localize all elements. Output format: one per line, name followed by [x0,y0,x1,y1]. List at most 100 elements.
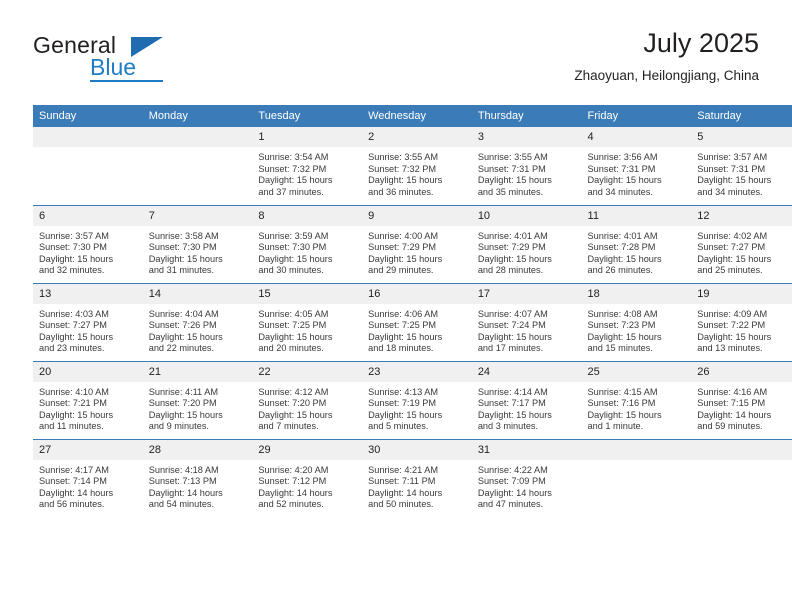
sunset-text: Sunset: 7:17 PM [477,398,546,409]
page-title: July 2025 [643,28,759,58]
calendar-day-cell[interactable]: 18 Sunrise: 4:08 AM Sunset: 7:23 PM Dayligh… [581,282,692,361]
day-number: 11 [581,205,692,226]
calendar-day-cell[interactable]: 22 Sunrise: 4:12 AM Sunset: 7:20 PM Dayligh… [252,360,363,439]
daylight-text-line2: and 18 minutes. [368,343,434,354]
calendar-day-cell[interactable]: 23 Sunrise: 4:13 AM Sunset: 7:19 PM Dayligh… [362,360,472,439]
sunrise-text: Sunrise: 3:57 AM [697,152,768,162]
calendar-day-cell[interactable]: 1 Sunrise: 3:54 AM Sunset: 7:32 PM Daylight… [252,127,363,205]
sunrise-text: Sunrise: 4:11 AM [148,386,218,397]
daylight-text-line2: and 26 minutes. [587,265,653,276]
sunset-text: Sunset: 7:21 PM [39,398,107,409]
calendar-day-cell[interactable]: 20 Sunrise: 4:10 AM Sunset: 7:21 PM Dayligh… [33,360,143,439]
sunrise-text: Sunrise: 4:12 AM [258,386,329,397]
daylight-text-line1: Daylight: 15 hours [39,409,114,420]
daylight-text-line2: and 29 minutes. [368,265,434,276]
calendar-day-cell[interactable]: 19 Sunrise: 4:09 AM Sunset: 7:22 PM Dayligh… [691,282,792,361]
calendar-day-cell[interactable]: 2 Sunrise: 3:55 AM Sunset: 7:32 PM Daylight… [362,127,472,205]
sunrise-text: Sunrise: 4:15 AM [587,386,658,397]
day-details: Sunrise: 4:10 AM Sunset: 7:21 PM Daylight:… [33,382,143,433]
day-details: Sunrise: 3:57 AM Sunset: 7:31 PM Daylight:… [691,147,792,198]
sunset-text: Sunset: 7:28 PM [587,242,656,253]
calendar-day-cell[interactable]: 27 Sunrise: 4:17 AM Sunset: 7:14 PM Dayligh… [33,438,143,517]
daylight-text-line2: and 34 minutes. [697,186,763,197]
daylight-text-line2: and 30 minutes. [258,265,324,276]
day-number: 31 [471,439,582,460]
day-details: Sunrise: 4:01 AM Sunset: 7:28 PM Daylight:… [582,226,692,277]
daylight-text-line2: and 5 minutes. [368,421,429,432]
day-number: 26 [691,361,792,382]
calendar-day-cell[interactable]: 31 Sunrise: 4:22 AM Sunset: 7:09 PM Dayligh… [471,438,582,517]
page-header: General Blue July 2025 Zhaoyuan, Heilong… [33,26,759,96]
calendar-day-cell[interactable]: 24 Sunrise: 4:14 AM Sunset: 7:17 PM Dayligh… [471,360,582,439]
daylight-text-line2: and 1 minute. [587,421,644,432]
calendar-day-cell[interactable]: 10 Sunrise: 4:01 AM Sunset: 7:29 PM Dayligh… [471,204,582,283]
sunset-text: Sunset: 7:31 PM [587,163,656,174]
calendar-day-cell[interactable]: 30 Sunrise: 4:21 AM Sunset: 7:11 PM Dayligh… [362,438,472,517]
sunset-text: Sunset: 7:31 PM [477,163,546,174]
sunrise-text: Sunrise: 4:21 AM [368,464,439,475]
sunrise-text: Sunrise: 4:07 AM [477,308,548,319]
calendar-day-cell[interactable]: 6 Sunrise: 3:57 AM Sunset: 7:30 PM Daylight… [33,204,143,283]
calendar-day-cell[interactable]: 5 Sunrise: 3:57 AM Sunset: 7:31 PM Daylight… [691,127,792,205]
day-details: Sunrise: 4:06 AM Sunset: 7:25 PM Daylight:… [362,304,472,355]
sunset-text: Sunset: 7:19 PM [368,398,437,409]
day-number: 14 [142,283,253,304]
day-details: Sunrise: 4:09 AM Sunset: 7:22 PM Daylight:… [691,304,792,355]
calendar-day-cell[interactable]: 8 Sunrise: 3:59 AM Sunset: 7:30 PM Daylight… [252,204,363,283]
location-subtitle: Zhaoyuan, Heilongjiang, China [574,68,759,83]
calendar-day-cell-empty [33,127,143,205]
sunset-text: Sunset: 7:12 PM [258,476,327,487]
calendar-grid: Sunday Monday Tuesday Wednesday Thursday Frid… [33,105,792,517]
weekday-header-wednesday: Wednesday [362,105,472,127]
weekday-header-thursday: Thursday [471,105,582,127]
daylight-text-line2: and 9 minutes. [148,421,209,432]
daylight-text-line2: and 50 minutes. [368,499,434,510]
calendar-day-cell[interactable]: 12 Sunrise: 4:02 AM Sunset: 7:27 PM Dayligh… [691,204,792,283]
calendar-day-cell[interactable]: 21 Sunrise: 4:11 AM Sunset: 7:20 PM Dayligh… [142,360,253,439]
sunset-text: Sunset: 7:30 PM [258,242,327,253]
day-number: 25 [581,361,692,382]
calendar-day-cell[interactable]: 26 Sunrise: 4:16 AM Sunset: 7:15 PM Dayligh… [691,360,792,439]
calendar-day-cell[interactable]: 9 Sunrise: 4:00 AM Sunset: 7:29 PM Daylight… [362,204,472,283]
day-details: Sunrise: 4:02 AM Sunset: 7:27 PM Daylight:… [691,226,792,277]
daylight-text-line1: Daylight: 14 hours [39,487,114,498]
sunrise-text: Sunrise: 3:55 AM [477,152,548,162]
sunset-text: Sunset: 7:26 PM [148,320,217,331]
day-details: Sunrise: 4:00 AM Sunset: 7:29 PM Daylight:… [362,226,472,277]
sunset-text: Sunset: 7:14 PM [39,476,107,487]
calendar-day-cell[interactable]: 7 Sunrise: 3:58 AM Sunset: 7:30 PM Daylight… [142,204,253,283]
sunset-text: Sunset: 7:25 PM [258,320,327,331]
day-number: 2 [362,127,472,147]
day-number [691,439,792,460]
calendar-day-cell[interactable]: 11 Sunrise: 4:01 AM Sunset: 7:28 PM Dayligh… [581,204,692,283]
calendar-day-cell[interactable]: 14 Sunrise: 4:04 AM Sunset: 7:26 PM Dayligh… [142,282,253,361]
weekday-header-monday: Monday [142,105,253,127]
sunrise-text: Sunrise: 4:20 AM [258,464,329,475]
day-details: Sunrise: 4:14 AM Sunset: 7:17 PM Daylight:… [472,382,582,433]
calendar-week-row: 27 Sunrise: 4:17 AM Sunset: 7:14 PM Dayligh… [33,438,792,517]
calendar-day-cell-empty [691,438,792,517]
sunrise-text: Sunrise: 3:55 AM [368,152,439,162]
calendar-day-cell[interactable]: 4 Sunrise: 3:56 AM Sunset: 7:31 PM Daylight… [581,127,692,205]
daylight-text-line2: and 47 minutes. [477,499,544,510]
day-details: Sunrise: 4:08 AM Sunset: 7:23 PM Daylight:… [582,304,692,355]
sunset-text: Sunset: 7:30 PM [39,242,107,253]
daylight-text-line1: Daylight: 15 hours [258,253,333,264]
calendar-day-cell-empty [581,438,692,517]
sunset-text: Sunset: 7:20 PM [148,398,217,409]
calendar-day-cell[interactable]: 13 Sunrise: 4:03 AM Sunset: 7:27 PM Dayligh… [33,282,143,361]
calendar-day-cell[interactable]: 28 Sunrise: 4:18 AM Sunset: 7:13 PM Dayligh… [142,438,253,517]
daylight-text-line1: Daylight: 15 hours [697,253,772,264]
calendar-day-cell[interactable]: 15 Sunrise: 4:05 AM Sunset: 7:25 PM Dayligh… [252,282,363,361]
daylight-text-line1: Daylight: 14 hours [258,487,333,498]
daylight-text-line1: Daylight: 15 hours [368,331,443,342]
calendar-day-cell[interactable]: 25 Sunrise: 4:15 AM Sunset: 7:16 PM Dayligh… [581,360,692,439]
day-number [33,127,143,147]
calendar-day-cell[interactable]: 16 Sunrise: 4:06 AM Sunset: 7:25 PM Dayligh… [362,282,472,361]
day-number: 4 [581,127,692,147]
calendar-day-cell[interactable]: 29 Sunrise: 4:20 AM Sunset: 7:12 PM Dayligh… [252,438,363,517]
daylight-text-line1: Daylight: 15 hours [587,331,662,342]
calendar-day-cell[interactable]: 17 Sunrise: 4:07 AM Sunset: 7:24 PM Dayligh… [471,282,582,361]
sunrise-text: Sunrise: 4:14 AM [477,386,548,397]
calendar-day-cell[interactable]: 3 Sunrise: 3:55 AM Sunset: 7:31 PM Daylight… [471,127,582,205]
